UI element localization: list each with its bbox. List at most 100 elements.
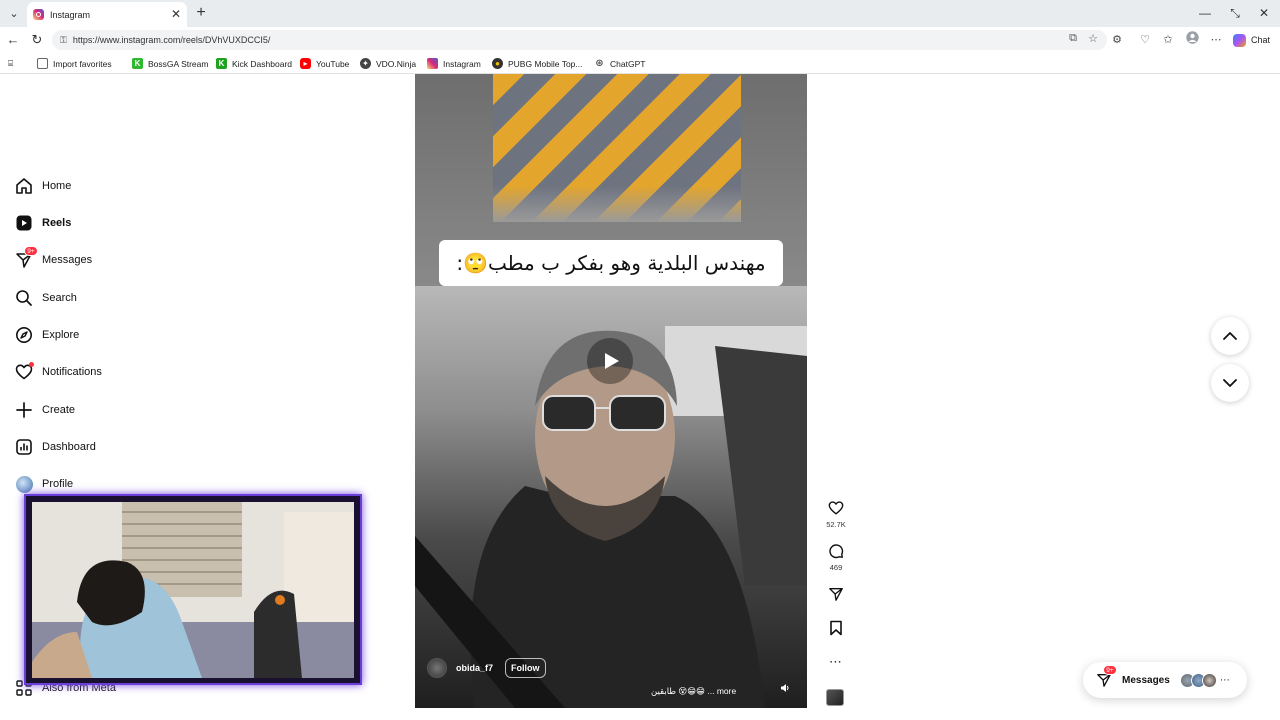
comment-icon[interactable]	[828, 542, 844, 560]
reel-overlay-caption: مهندس البلدية وهو بفكر ب مطب🙄:	[439, 240, 783, 286]
more-dots-icon[interactable]: ⋯	[829, 653, 843, 671]
favorite-star-icon[interactable]: ☆	[1085, 32, 1101, 45]
search-icon	[14, 288, 34, 308]
messages-icon: 9+	[1095, 665, 1117, 689]
new-tab-plus-icon[interactable]: +	[193, 4, 209, 22]
home-icon	[14, 176, 34, 196]
bookmark-kick-dashboard[interactable]: K Kick Dashboard	[216, 57, 292, 70]
messages-badge: 9+	[24, 246, 38, 256]
like-count: 52.7K	[826, 520, 846, 529]
bookmark-chatgpt[interactable]: ⊛ ChatGPT	[594, 57, 645, 70]
speed-bump-image	[493, 74, 741, 222]
reel-author: obida_f7 Follow	[427, 658, 546, 678]
previous-reel-button[interactable]	[1211, 317, 1249, 355]
messages-pill-label: Messages	[1122, 674, 1170, 686]
bookmark-bossga-stream[interactable]: K BossGA Stream	[132, 57, 208, 70]
bookmarks-bar: ⌸ Import favorites K BossGA Stream K Kic…	[0, 53, 1280, 74]
browser-essentials-icon[interactable]: ♡	[1136, 31, 1154, 49]
folder-icon	[37, 58, 48, 69]
author-avatar[interactable]	[427, 658, 447, 678]
bookmark-icon[interactable]	[829, 619, 843, 637]
share-action[interactable]	[822, 585, 850, 603]
bookmark-youtube[interactable]: ▸ YouTube	[300, 57, 349, 70]
bookmark-pubg-mobile[interactable]: ● PUBG Mobile Top...	[492, 57, 583, 70]
bookmark-import-favorites[interactable]: Import favorites	[37, 57, 112, 70]
chatgpt-icon: ⊛	[594, 58, 605, 69]
minimize-icon[interactable]: —	[1193, 3, 1217, 23]
comment-count: 469	[829, 563, 843, 572]
profile-avatar-wrap	[14, 474, 34, 494]
tab-title: Instagram	[50, 9, 91, 20]
instagram-favicon-icon	[33, 9, 44, 20]
site-info-icon[interactable]: ⚿	[60, 35, 67, 46]
messages-pill-button[interactable]: 9+ Messages ⋯	[1083, 662, 1247, 698]
kick-k-icon: K	[132, 58, 143, 69]
save-action[interactable]	[822, 619, 850, 637]
notification-dot	[29, 362, 34, 367]
restore-icon[interactable]: ⤡	[1223, 3, 1247, 23]
heart-icon	[14, 362, 34, 382]
nav-item-search[interactable]: Search	[14, 286, 77, 310]
address-bar-row: ← ↻ ⚿ https://www.instagram.com/reels/DV…	[0, 27, 1280, 53]
tab-close-icon[interactable]: ✕	[171, 7, 181, 21]
heart-icon[interactable]	[828, 499, 844, 517]
reel-caption-preview[interactable]: طابقين 😵😁😁 ... more	[651, 686, 736, 697]
reels-icon	[14, 213, 34, 233]
reload-icon[interactable]: ↻	[28, 31, 46, 49]
webcam-video	[32, 502, 354, 678]
recent-contacts	[1179, 672, 1217, 688]
nav-item-explore[interactable]: Explore	[14, 323, 79, 347]
nav-item-notifications[interactable]: Notifications	[14, 360, 102, 384]
reel-video-player[interactable]: مهندس البلدية وهو بفكر ب مطب🙄: obida_f7 …	[415, 74, 807, 708]
contact-avatar	[1201, 672, 1217, 688]
bookmark-instagram[interactable]: Instagram	[427, 57, 481, 70]
webcam-overlay	[24, 494, 362, 685]
pubg-icon: ●	[492, 58, 503, 69]
browser-tab-bar: ⌄ Instagram ✕ + — ⤡ ✕	[0, 0, 1280, 27]
next-reel-button[interactable]	[1211, 364, 1249, 402]
follow-button[interactable]: Follow	[505, 658, 546, 678]
url-input[interactable]: ⚿ https://www.instagram.com/reels/DVhVUX…	[52, 30, 1107, 50]
copilot-chat-button[interactable]: Chat	[1233, 31, 1270, 49]
kick-k-icon: K	[216, 58, 227, 69]
dashboard-icon	[14, 437, 34, 457]
settings-more-icon[interactable]: ⋯	[1207, 31, 1225, 49]
nav-item-reels[interactable]: Reels	[14, 211, 71, 235]
explore-icon	[14, 325, 34, 345]
youtube-icon: ▸	[300, 58, 311, 69]
avatar	[15, 475, 33, 493]
app-available-icon[interactable]: ⧉	[1065, 32, 1081, 45]
chat-label: Chat	[1251, 35, 1271, 45]
instagram-icon	[427, 58, 438, 69]
messages-pill-badge: 9+	[1103, 665, 1117, 675]
bookmarks-toggle-icon[interactable]: ⌸	[8, 57, 13, 70]
tab-list-chevron-icon[interactable]: ⌄	[4, 4, 24, 23]
tab-instagram[interactable]: Instagram ✕	[27, 2, 187, 27]
nav-item-create[interactable]: Create	[14, 398, 75, 422]
more-options-action[interactable]: ⋯	[822, 653, 850, 671]
nav-item-dashboard[interactable]: Dashboard	[14, 435, 96, 459]
more-dots-icon: ⋯	[1219, 674, 1230, 686]
author-username[interactable]: obida_f7	[456, 663, 493, 673]
plus-icon	[14, 400, 34, 420]
play-button[interactable]	[587, 338, 633, 384]
volume-icon[interactable]	[780, 683, 790, 696]
copilot-icon	[1233, 33, 1246, 47]
nav-item-profile[interactable]: Profile	[14, 472, 73, 496]
audio-thumbnail[interactable]	[826, 689, 844, 706]
extensions-icon[interactable]: ⚙	[1108, 31, 1126, 49]
favorites-icon[interactable]: ✩	[1159, 31, 1177, 49]
messages-icon: 9+	[14, 246, 38, 270]
ninja-icon: ✦	[360, 58, 371, 69]
url-text: https://www.instagram.com/reels/DVhVUXDC…	[72, 35, 271, 45]
nav-item-home[interactable]: Home	[14, 174, 71, 198]
comment-action[interactable]: 469	[822, 542, 850, 572]
bookmark-vdo-ninja[interactable]: ✦ VDO.Ninja	[360, 57, 416, 70]
window-close-icon[interactable]: ✕	[1252, 3, 1276, 23]
profile-icon[interactable]	[1183, 31, 1201, 49]
back-arrow-icon[interactable]: ←	[4, 31, 22, 49]
nav-item-messages[interactable]: 9+ Messages	[14, 246, 92, 272]
chevron-down-icon	[1223, 379, 1237, 387]
share-icon[interactable]	[828, 585, 844, 603]
like-action[interactable]: 52.7K	[822, 499, 850, 529]
